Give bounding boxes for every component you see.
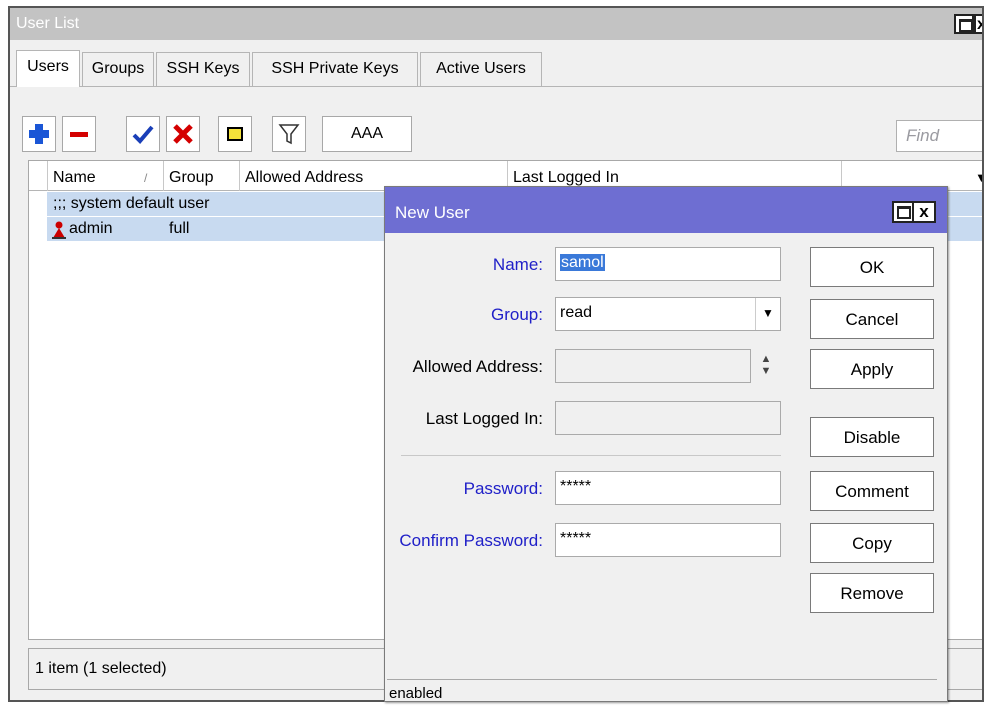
remove-button[interactable]: Remove	[810, 573, 934, 613]
row-name: admin	[69, 220, 113, 237]
confirm-password-field[interactable]: *****	[555, 523, 781, 557]
minus-icon	[70, 132, 88, 137]
enable-button[interactable]	[126, 116, 160, 152]
find-input[interactable]: Find	[896, 120, 982, 152]
close-icon[interactable]: x	[974, 14, 982, 34]
last-logged-in-label: Last Logged In:	[425, 409, 543, 428]
row-comment-text: ;;; system default user	[53, 195, 210, 212]
disable-button[interactable]	[166, 116, 200, 152]
plus-icon	[29, 124, 49, 144]
maximize-icon[interactable]	[954, 14, 974, 34]
check-icon	[132, 125, 154, 144]
aaa-button[interactable]: AAA	[322, 116, 412, 152]
allowed-address-label: Allowed Address:	[412, 357, 543, 376]
dropdown-arrow-icon[interactable]: ▼	[755, 298, 780, 330]
column-menu-icon[interactable]: ▼	[975, 161, 982, 191]
password-field[interactable]: *****	[555, 471, 781, 505]
close-icon[interactable]: x	[914, 201, 936, 223]
comment-button[interactable]	[218, 116, 252, 152]
allowed-address-field[interactable]	[555, 349, 751, 383]
name-field[interactable]: samol	[555, 247, 781, 281]
last-logged-in-field	[555, 401, 781, 435]
add-button[interactable]	[22, 116, 56, 152]
filter-button[interactable]	[272, 116, 306, 152]
column-header-name[interactable]: Name /	[47, 161, 163, 191]
apply-button[interactable]: Apply	[810, 349, 934, 389]
tab-ssh-keys[interactable]: SSH Keys	[156, 52, 250, 86]
dialog-status: enabled	[387, 679, 937, 703]
comment-button[interactable]: Comment	[810, 471, 934, 511]
group-label: Group:	[491, 305, 543, 324]
user-icon	[51, 221, 67, 239]
row-group: full	[169, 220, 190, 237]
note-icon	[227, 127, 243, 141]
cancel-button[interactable]: Cancel	[810, 299, 934, 339]
name-value: samol	[560, 254, 605, 271]
copy-button[interactable]: Copy	[810, 523, 934, 563]
filter-icon	[278, 124, 300, 145]
column-header-group[interactable]: Group	[163, 161, 239, 191]
group-select[interactable]: read ▼	[555, 297, 781, 331]
password-label: Password:	[463, 479, 543, 498]
tab-divider	[10, 86, 982, 87]
dialog-title: New User	[385, 187, 947, 233]
remove-button[interactable]	[62, 116, 96, 152]
tab-ssh-private-keys[interactable]: SSH Private Keys	[252, 52, 418, 86]
separator	[401, 455, 781, 456]
window-title: User List	[10, 8, 982, 40]
expand-collapse-icon[interactable]: ▲ ▼	[759, 353, 773, 377]
maximize-icon[interactable]	[892, 201, 914, 223]
confirm-password-label: Confirm Password:	[399, 531, 543, 550]
sort-indicator: /	[144, 171, 148, 185]
new-user-dialog: New User x Name: samol Group: read ▼ All…	[384, 186, 948, 702]
tab-users[interactable]: Users	[16, 50, 80, 87]
ok-button[interactable]: OK	[810, 247, 934, 287]
tab-active-users[interactable]: Active Users	[420, 52, 542, 86]
disable-button[interactable]: Disable	[810, 417, 934, 457]
group-value: read	[560, 304, 593, 321]
tab-groups[interactable]: Groups	[82, 52, 154, 86]
x-icon	[173, 124, 193, 144]
name-label: Name:	[492, 255, 543, 274]
